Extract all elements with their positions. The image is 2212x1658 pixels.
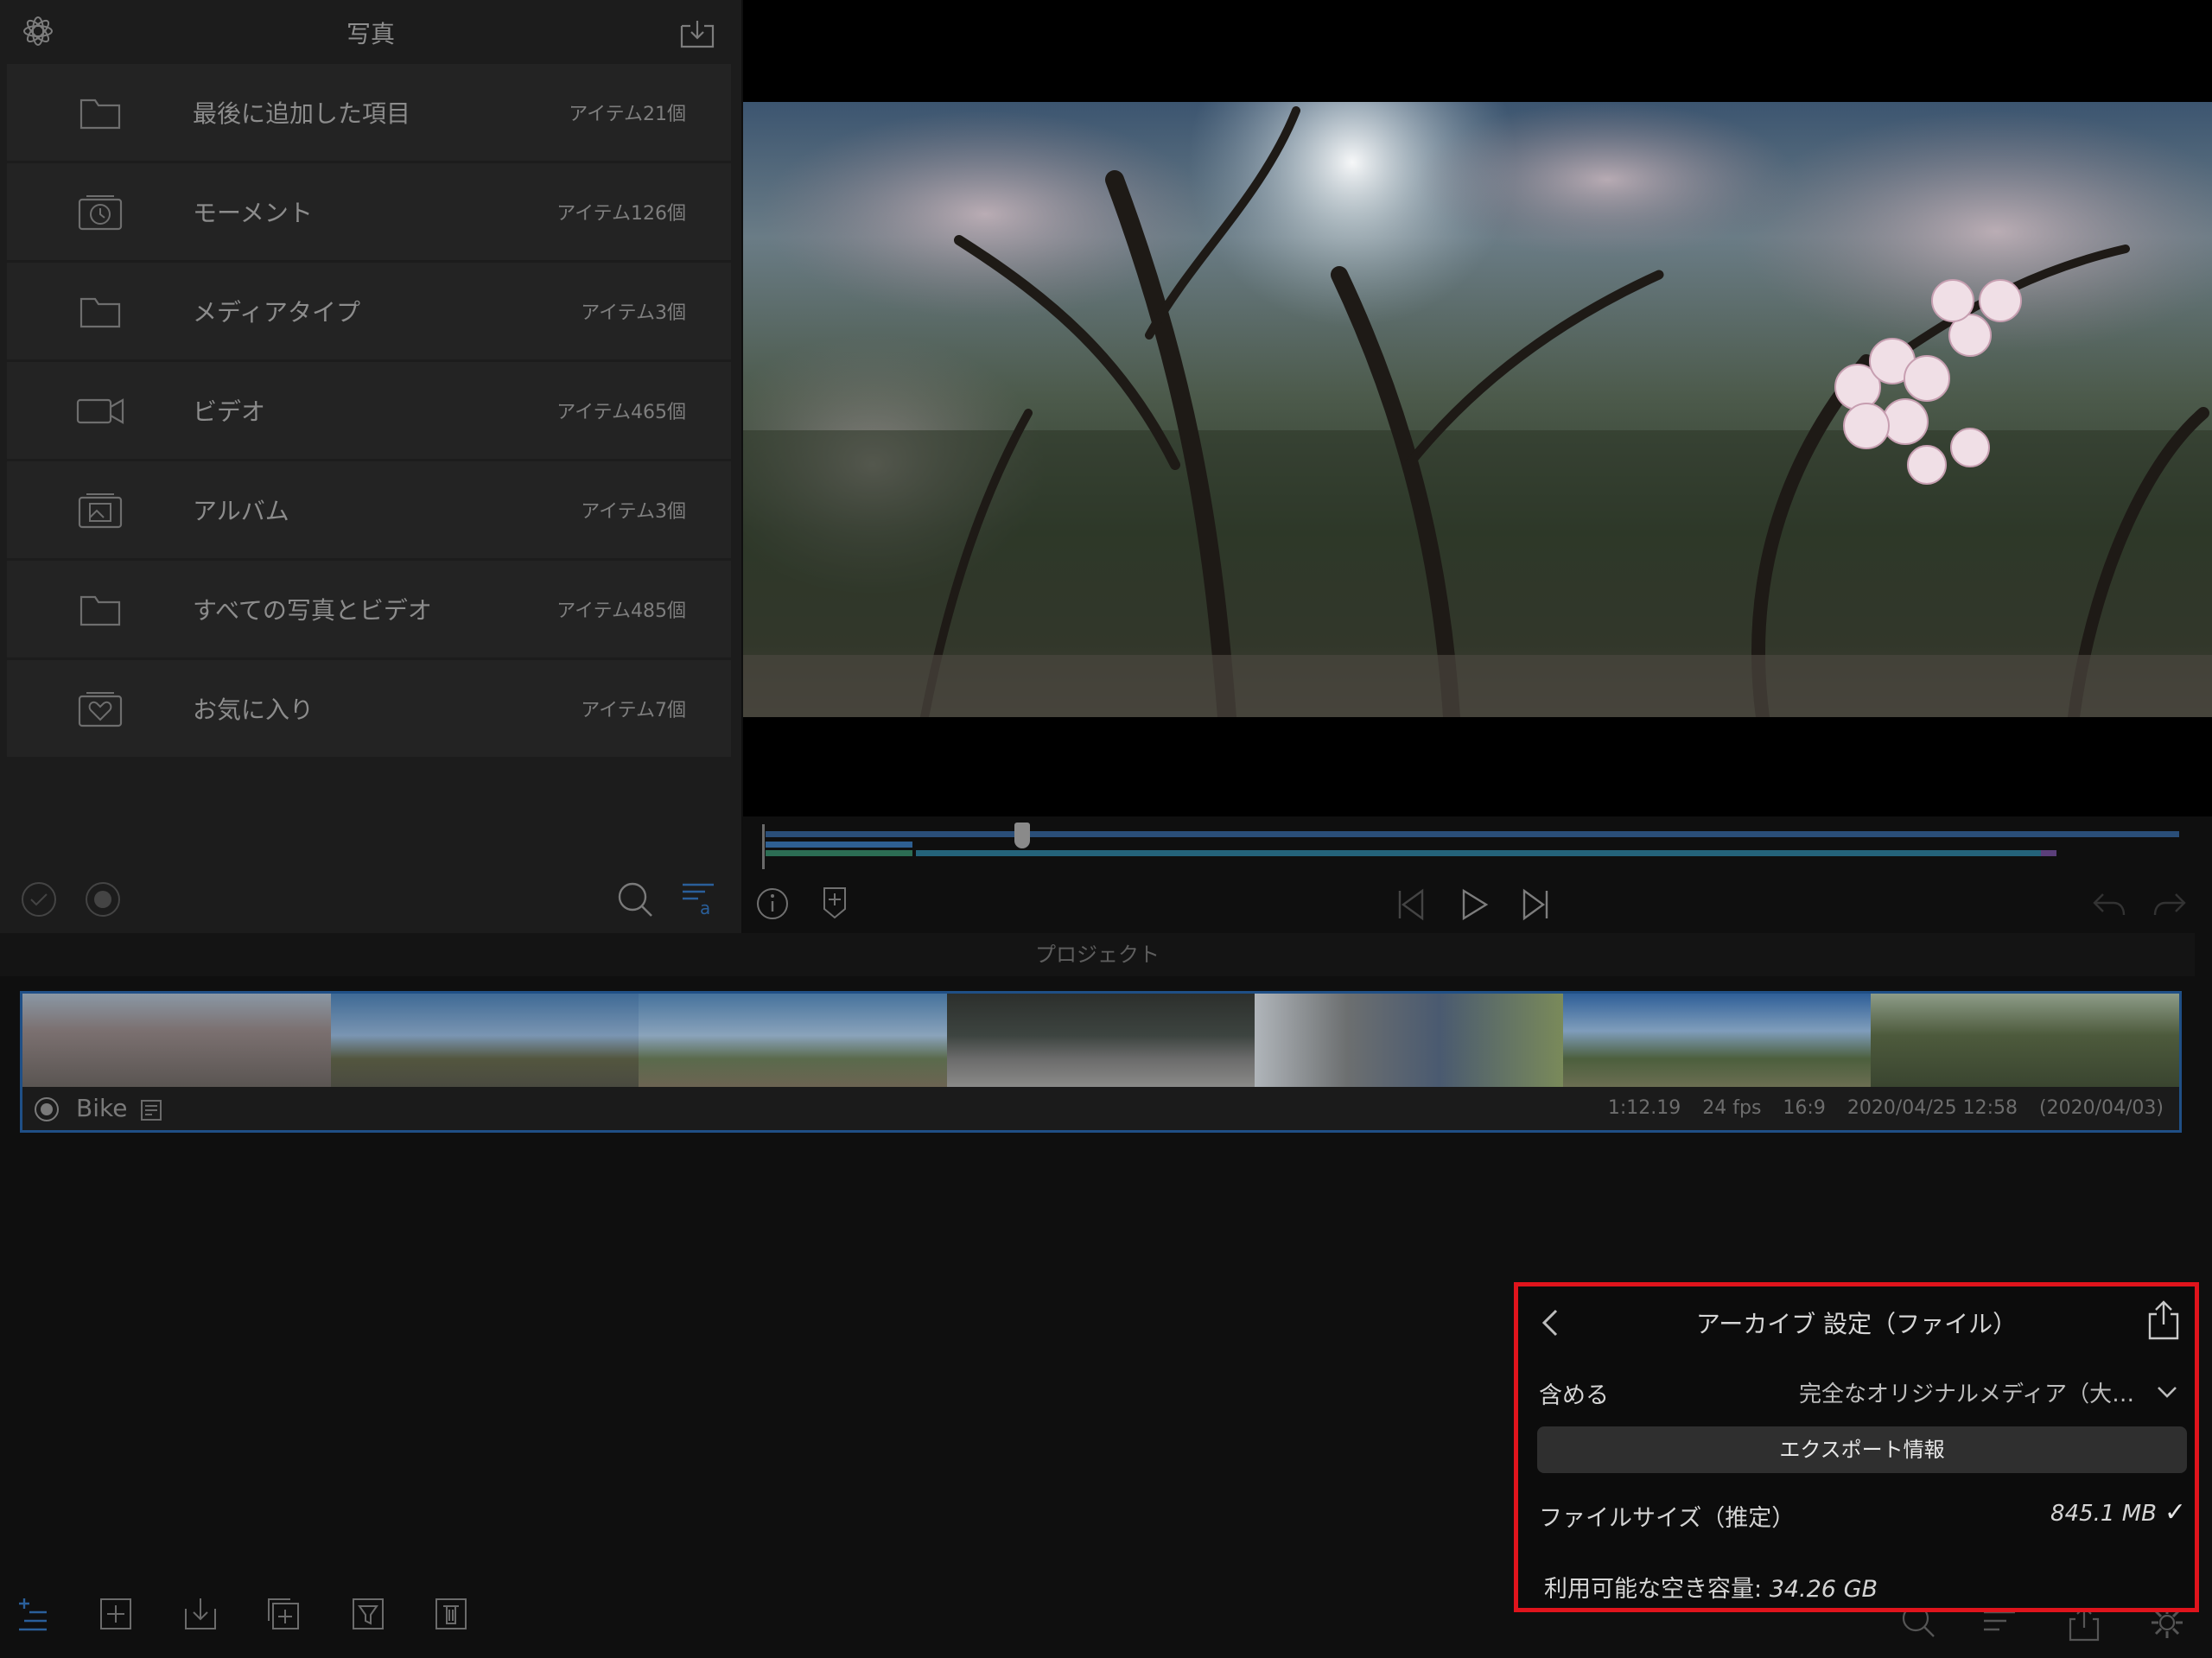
file-size-label: ファイルサイズ（推定）	[1539, 1505, 1796, 1532]
skip-to-end-icon[interactable]	[1517, 886, 1555, 924]
free-space-label: 利用可能な空き容量:	[1544, 1576, 1770, 1603]
info-icon[interactable]	[753, 885, 791, 923]
library-row-label: すべての写真とビデオ	[193, 596, 432, 625]
library-row[interactable]: モーメント アイテム126個	[7, 163, 731, 260]
favorites-icon	[78, 692, 123, 727]
undo-icon[interactable]	[2089, 886, 2127, 924]
timeline-clip-segment	[766, 842, 912, 848]
popover-title: アーカイブ 設定（ファイル）	[1695, 1310, 2018, 1338]
library-row[interactable]: 最後に追加した項目 アイテム21個	[7, 64, 731, 161]
library-row[interactable]: すべての写真とビデオ アイテム485個	[7, 561, 731, 657]
timeline-track-primary	[766, 831, 2179, 837]
skip-to-start-icon[interactable]	[1391, 886, 1429, 924]
chevron-down-icon[interactable]	[2153, 1380, 2181, 1404]
select-check-icon[interactable]	[19, 880, 59, 919]
record-icon[interactable]	[83, 880, 123, 919]
project-aspect-ratio: 16:9	[1783, 1097, 1826, 1119]
library-row-label: モーメント	[193, 199, 313, 227]
timeline-clip-segment	[766, 850, 912, 856]
cherry-blossom-scene	[743, 102, 2212, 717]
thumbnail-cherry-blossoms	[22, 994, 331, 1087]
library-header: 写真	[0, 0, 741, 62]
include-label: 含める	[1539, 1382, 1609, 1409]
add-project-icon[interactable]	[97, 1595, 135, 1633]
delete-project-icon[interactable]	[432, 1595, 470, 1633]
library-row-label: アルバム	[193, 497, 289, 525]
project-selected-radio-icon[interactable]	[33, 1096, 60, 1123]
video-frame-cherry-blossoms	[743, 102, 2212, 717]
folder-icon	[79, 595, 121, 626]
new-project-list-icon[interactable]	[14, 1595, 52, 1633]
project-created-date: (2020/04/03)	[2039, 1097, 2164, 1119]
library-row-count: アイテム485個	[556, 600, 686, 622]
library-row-label: ビデオ	[193, 397, 266, 426]
svg-text:a: a	[700, 898, 710, 918]
play-icon[interactable]	[1455, 886, 1493, 924]
project-metadata: 1:12.19 24 fps 16:9 2020/04/25 12:58 (20…	[1592, 1097, 2164, 1119]
search-icon[interactable]	[615, 880, 655, 919]
import-project-icon[interactable]	[181, 1595, 219, 1633]
thumbnail-road	[946, 994, 1255, 1087]
library-row-label: メディアタイプ	[193, 298, 361, 327]
library-row-count: アイテム3個	[581, 302, 686, 324]
thumbnail-countryside	[330, 994, 639, 1087]
project-modified-date: 2020/04/25 12:58	[1847, 1097, 2018, 1119]
project-fps: 24 fps	[1702, 1097, 1762, 1119]
add-marker-icon[interactable]	[816, 883, 854, 921]
library-row[interactable]: ビデオ アイテム465個	[7, 362, 731, 459]
thumbnail-bamboo-forest	[1871, 994, 2180, 1087]
library-row-label: お気に入り	[193, 696, 315, 724]
thumbnail-hills	[639, 994, 947, 1087]
library-row-count: アイテム7個	[581, 700, 686, 721]
moments-icon	[78, 195, 123, 231]
export-info-button[interactable]: エクスポート情報	[1537, 1426, 2187, 1473]
redo-icon[interactable]	[2152, 886, 2190, 924]
free-space-value: 34.26 GB	[1769, 1576, 1878, 1603]
file-size-value: 845.1 MB	[2050, 1501, 2157, 1527]
thumbnail-mountains	[1562, 994, 1872, 1087]
project-thumbnail-strip	[22, 994, 2180, 1087]
project-duration: 1:12.19	[1607, 1097, 1681, 1119]
library-row-label: 最後に追加した項目	[193, 99, 411, 128]
library-row-count: アイテム21個	[569, 104, 686, 125]
library-panel: 写真 最後に追加した項目 アイテム21個 モーメント アイテム126個 メディアタイプア…	[0, 0, 741, 933]
library-title: 写真	[346, 20, 395, 48]
timeline-scrubber[interactable]	[762, 821, 2179, 869]
thumbnail-helmet	[1255, 994, 1563, 1087]
library-row[interactable]: メディアタイプ アイテム3個	[7, 263, 731, 359]
timeline-end-segment	[2041, 850, 2056, 856]
library-row[interactable]: お気に入り アイテム7個	[7, 660, 731, 757]
timeline-track-secondary	[916, 850, 2041, 856]
include-select-value[interactable]: 完全なオリジナルメディア（大…	[1799, 1376, 2145, 1408]
library-row[interactable]: アルバム アイテム3個	[7, 461, 731, 558]
project-card[interactable]: Bike 1:12.19 24 fps 16:9 2020/04/25 12:5…	[20, 991, 2182, 1133]
import-icon[interactable]	[678, 14, 716, 52]
project-section-label: プロジェクト	[0, 933, 2195, 976]
video-camera-icon	[76, 398, 124, 424]
folder-icon	[79, 297, 121, 328]
playhead-handle[interactable]	[1014, 823, 1030, 848]
file-size-check-icon: ✓	[2164, 1497, 2186, 1528]
project-name: Bike	[76, 1094, 128, 1122]
video-viewer	[743, 0, 2212, 816]
library-row-count: アイテム126個	[556, 203, 686, 225]
share-icon[interactable]	[2145, 1299, 2183, 1340]
timeline-start-marker	[762, 824, 765, 869]
filter-project-icon[interactable]	[349, 1595, 387, 1633]
duplicate-project-icon[interactable]	[264, 1595, 302, 1633]
library-row-count: アイテム3個	[581, 501, 686, 523]
folder-icon	[79, 98, 121, 130]
album-icon	[78, 493, 123, 529]
project-notes-icon[interactable]	[138, 1097, 164, 1123]
sort-filter-icon[interactable]: a	[679, 878, 719, 918]
free-space-info: 利用可能な空き容量: 34.26 GB	[1544, 1570, 1878, 1604]
archive-settings-popover: アーカイブ 設定（ファイル） 含める 完全なオリジナルメディア（大… エクスポー…	[1514, 1282, 2199, 1612]
library-row-count: アイテム465個	[556, 402, 686, 423]
